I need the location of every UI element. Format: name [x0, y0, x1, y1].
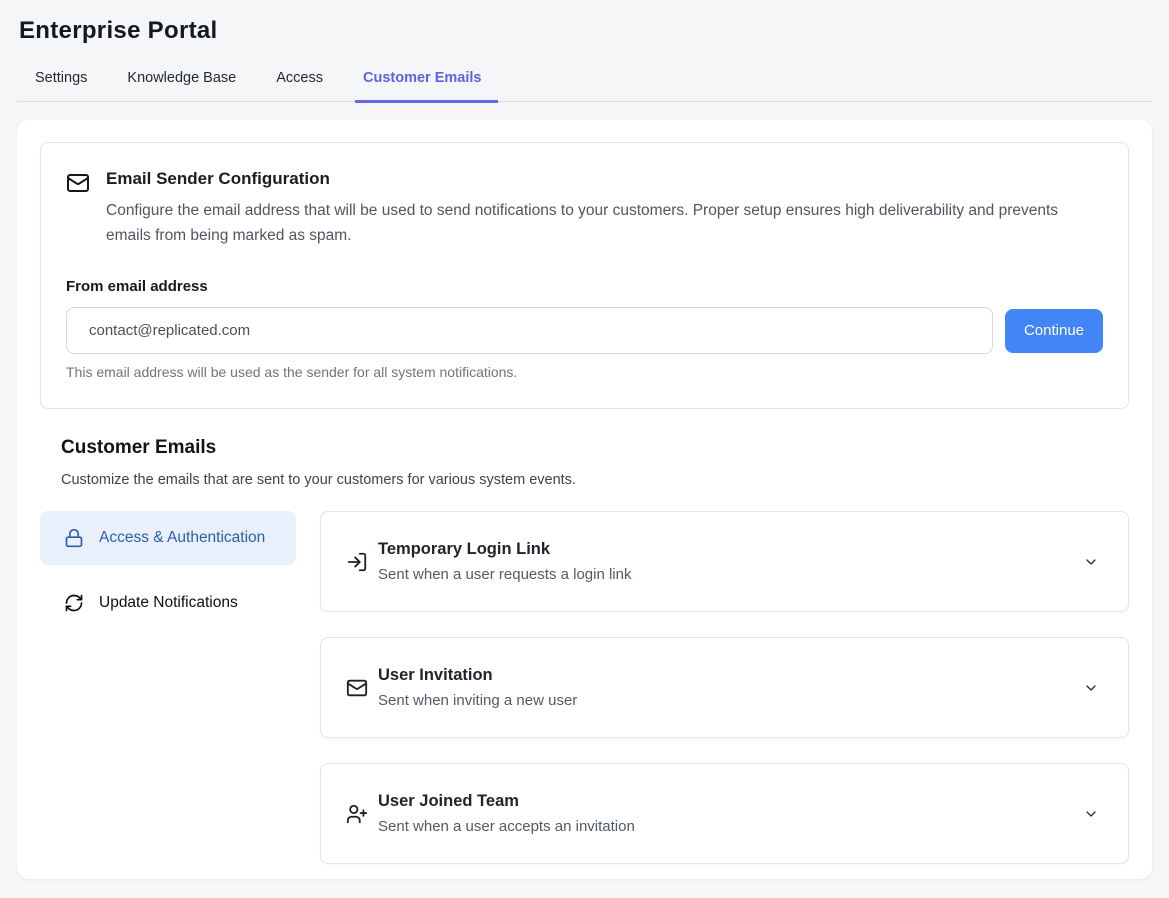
- tab-knowledge-base[interactable]: Knowledge Base: [119, 70, 244, 101]
- from-email-label: From email address: [66, 278, 1103, 295]
- sender-card-description: Configure the email address that will be…: [106, 198, 1086, 248]
- sidebar-item-label: Update Notifications: [99, 591, 238, 615]
- customer-emails-panel: Email Sender Configuration Configure the…: [17, 120, 1152, 879]
- sidebar-item-update-notifications[interactable]: Update Notifications: [40, 576, 296, 630]
- email-category-sidebar: Access & Authentication Update Notificat…: [40, 511, 296, 864]
- user-plus-icon: [346, 803, 368, 825]
- customer-emails-title: Customer Emails: [61, 437, 1129, 459]
- from-email-helper-text: This email address will be used as the s…: [66, 364, 1103, 380]
- continue-button[interactable]: Continue: [1005, 309, 1103, 353]
- mail-icon: [66, 171, 90, 248]
- from-email-input[interactable]: [66, 307, 993, 354]
- email-card-temporary-login-link[interactable]: Temporary Login Link Sent when a user re…: [320, 511, 1129, 612]
- email-card-user-joined-team[interactable]: User Joined Team Sent when a user accept…: [320, 763, 1129, 864]
- tab-customer-emails[interactable]: Customer Emails: [355, 70, 489, 101]
- customer-emails-subtitle: Customize the emails that are sent to yo…: [61, 472, 1129, 488]
- mail-icon: [346, 677, 368, 699]
- email-card-title: User Invitation: [378, 666, 577, 685]
- sidebar-item-label: Access & Authentication: [99, 526, 265, 550]
- tab-bar: Settings Knowledge Base Access Customer …: [17, 70, 1152, 102]
- chevron-down-icon[interactable]: [1083, 806, 1099, 822]
- lock-icon: [64, 528, 84, 548]
- chevron-down-icon[interactable]: [1083, 554, 1099, 570]
- tab-settings[interactable]: Settings: [27, 70, 95, 101]
- email-card-title: Temporary Login Link: [378, 540, 631, 559]
- chevron-down-icon[interactable]: [1083, 680, 1099, 696]
- sidebar-item-access-authentication[interactable]: Access & Authentication: [40, 511, 296, 565]
- email-card-user-invitation[interactable]: User Invitation Sent when inviting a new…: [320, 637, 1129, 738]
- email-card-description: Sent when a user accepts an invitation: [378, 818, 635, 835]
- email-card-description: Sent when inviting a new user: [378, 692, 577, 709]
- page-title: Enterprise Portal: [0, 0, 1169, 45]
- sender-card-title: Email Sender Configuration: [106, 169, 1086, 189]
- email-template-list: Temporary Login Link Sent when a user re…: [320, 511, 1129, 864]
- email-card-description: Sent when a user requests a login link: [378, 566, 631, 583]
- refresh-icon: [64, 593, 84, 613]
- email-sender-configuration-card: Email Sender Configuration Configure the…: [40, 142, 1129, 409]
- email-card-title: User Joined Team: [378, 792, 635, 811]
- tab-access[interactable]: Access: [268, 70, 331, 101]
- login-icon: [346, 551, 368, 573]
